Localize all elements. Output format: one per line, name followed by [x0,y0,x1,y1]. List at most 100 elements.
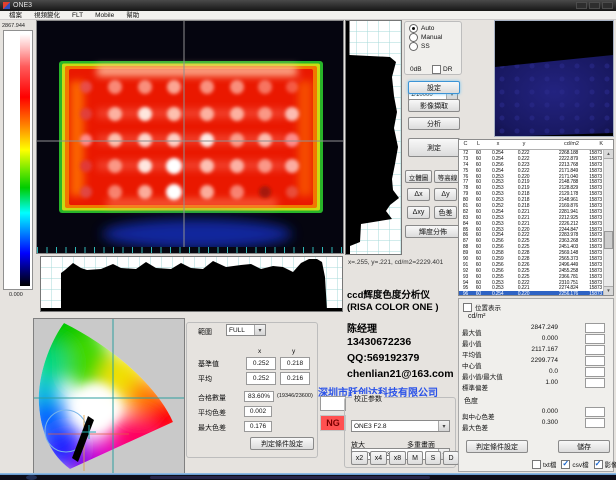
position-display-checkbox[interactable]: 位置表示 [463,302,501,312]
measure-button[interactable]: 測定 [408,138,460,157]
table-header: C L x y cd/m2 K [459,140,613,150]
table-row[interactable]: 96 60 0.254 0.220 2256.176 15873 [459,291,604,295]
radio-icon [409,42,418,51]
save-button[interactable]: 儲存 [558,440,610,453]
zoom-button[interactable]: x8 [389,451,406,465]
window-title: ONE3 [13,0,32,11]
heatmap-image [37,21,343,253]
capture-mode-radio[interactable]: SS [409,42,442,51]
value-y[interactable]: 0.216 [280,372,310,385]
zoom-button[interactable]: x2 [351,451,368,465]
checkbox-icon [594,460,603,469]
range-col-x: x [258,348,261,355]
stat-row: 平均值 2117.167 [462,344,610,355]
dr-checkbox-icon [432,65,441,74]
ng-status-badge: NG [320,415,346,431]
capture-mode-radio[interactable]: Manual [409,33,442,42]
value-x[interactable]: 0.252 [246,372,276,385]
unit-label: cd/m² [468,313,486,320]
capture-mode-radio[interactable]: Auto [409,24,442,33]
taskbar-window-button[interactable] [150,476,430,479]
stat-input[interactable] [585,367,605,377]
stat-row: 最小值/最大值 0.0 [462,366,610,377]
zoom-label: 放大 [351,440,365,450]
taskbar[interactable] [0,475,616,480]
stat-input[interactable] [585,356,605,366]
camera-preview [494,20,614,137]
color-diff-button[interactable]: 色差 [434,206,457,219]
menu-item[interactable]: Mobile [89,11,120,19]
maximize-button[interactable] [589,2,600,9]
radio-icon [409,33,418,42]
menu-item[interactable]: FLT [66,11,89,19]
stat-input[interactable] [585,378,605,388]
scrollbar-thumb[interactable] [604,231,613,249]
stat-input[interactable] [585,334,605,344]
contour-button[interactable]: 等高線 [434,170,461,183]
range-col-y: y [292,348,295,355]
judge-condition-button-2[interactable]: 判定條件設定 [466,440,528,453]
close-button[interactable] [602,2,613,9]
multi-screen-button[interactable]: S [425,451,441,465]
minimize-button[interactable] [576,2,587,9]
table-scrollbar[interactable]: ▲ ▼ [603,150,613,295]
multi-screen-button[interactable]: M [407,451,423,465]
avg-color-diff-value[interactable]: 0.002 [244,406,272,417]
stat-input[interactable] [585,345,605,355]
calibration-param1-select[interactable]: ONE3 F2.8 [351,420,450,432]
stat-input[interactable] [585,407,605,417]
menu-item[interactable]: 幫助 [120,11,145,19]
pass-count-value[interactable]: 83.60% [244,391,274,402]
luminance-stats: 最大值 2847.249 最小值 0.000 平均值 2117.167 中心值 … [462,322,610,388]
file-type-checkbox[interactable]: txt檔 [532,459,556,469]
delta-x-button[interactable]: Δx [407,188,430,201]
calibration-title: 校正参数 [352,394,384,404]
cursor-readout: x=.255, y=.221, cd/m2=2229.401 [348,259,463,266]
range-rows: 基準值 0.252 0.218 平均 0.252 0.216 [186,356,318,386]
zoom-buttons: x2x4x8 [351,451,406,465]
scroll-down-icon[interactable]: ▼ [604,286,613,295]
zoom-button[interactable]: x4 [370,451,387,465]
menu-bar: 檔案視頻變化FLTMobile幫助 [0,11,616,20]
app-icon [3,2,10,9]
file-type-checkbox[interactable]: csv檔 [561,459,588,469]
chroma-stats: 與中心色差 0.000 最大色差 0.300 [462,406,610,428]
stat-row: 最小值 0.000 [462,333,610,344]
delta-xy-button[interactable]: Δxy [407,206,430,219]
scroll-up-icon[interactable]: ▲ [604,150,613,159]
multi-screen-button[interactable]: D [443,451,459,465]
multi-screen-label: 多重畫面 [407,440,435,450]
value-x[interactable]: 0.252 [246,357,276,370]
capture-mode-radios: Auto Manual SS [409,24,442,51]
stat-input[interactable] [585,323,605,333]
dr-checkbox-row[interactable]: DR [432,65,452,74]
analyze-button[interactable]: 分析 [408,117,460,130]
pass-count-label: 合格數量 [198,393,226,403]
range-row: 平均 0.252 0.216 [186,371,318,386]
set-button[interactable]: 設定 [408,81,460,94]
colorbar-panel [3,30,33,290]
checkbox-icon [561,460,570,469]
start-orb-icon[interactable] [26,475,37,480]
colorbar-gradient [20,34,30,286]
radio-icon [409,24,418,33]
file-type-checkbox[interactable]: 影像檔 [594,459,616,469]
window-titlebar: ONE3 [0,0,616,11]
vertical-luminance-profile [345,20,402,255]
judge-condition-button[interactable]: 判定條件設定 [250,437,314,450]
colorbar-max-value: 2867.944 [2,23,25,29]
solid-view-button[interactable]: 立體圖 [405,170,432,183]
max-color-diff-value[interactable]: 0.176 [244,421,272,432]
luminance-heatmap[interactable] [36,20,344,254]
contact-email: chenlian21@163.com [347,368,454,380]
value-y[interactable]: 0.218 [280,357,310,370]
menu-item[interactable]: 檔案 [3,11,28,19]
horizontal-luminance-profile [40,256,343,312]
delta-y-button[interactable]: Δy [434,188,457,201]
luminance-distribution-button[interactable]: 輝度分佈 [405,225,461,238]
menu-item[interactable]: 視頻變化 [28,11,66,19]
stat-input[interactable] [585,418,605,428]
range-select[interactable]: FULL [226,324,266,336]
cie-chromaticity-diagram[interactable] [33,318,185,474]
image-capture-button[interactable]: 影像擷取 [408,99,460,112]
